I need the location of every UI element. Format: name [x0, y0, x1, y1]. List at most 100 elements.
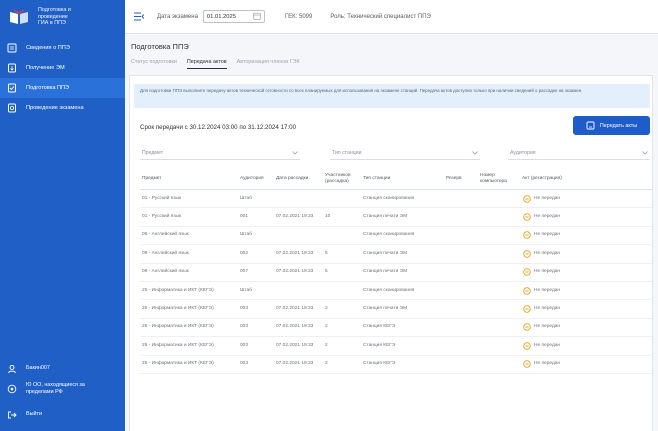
- transfer-acts-button[interactable]: Передать акты: [573, 116, 650, 135]
- table-row[interactable]: 01 - Русский язык Штаб Станция сканировани…: [140, 190, 652, 209]
- gek-label: ГЕК: 5099: [284, 13, 313, 20]
- tabs: Статус подготовки Передача актов Авториз…: [131, 59, 310, 69]
- cell-act-status: Не передан: [520, 305, 580, 314]
- station-type-filter[interactable]: Тип станции: [330, 146, 480, 160]
- cell-room: 002: [240, 250, 249, 256]
- user-profile[interactable]: Бакин007: [0, 359, 125, 379]
- table-header: Предмет Аудитория Дата рассадки Участник…: [140, 168, 652, 190]
- cell-subject: 25 - Информатика и ИКТ (КЕГЭ): [142, 342, 214, 348]
- cell-station-type: Станция сканирования: [363, 287, 415, 293]
- cell-subject: 09 - Английский язык: [142, 269, 189, 275]
- transfer-deadline: Срок передачи с 30.12.2024 03:00 по 31.1…: [140, 124, 297, 131]
- organization-selector[interactable]: Ю ОО, находящиеся за пределами РФ: [0, 379, 125, 399]
- table-row[interactable]: 09 - Английский язык 002 07.02.2021 19:33 5…: [140, 245, 652, 264]
- logout-button[interactable]: Выйти: [0, 405, 125, 425]
- role-label: Роль: Технический специалист ППЭ: [330, 13, 431, 20]
- cell-room: 003: [240, 361, 249, 367]
- table-row[interactable]: 09 - Английский язык 007 07.02.2021 19:33 5…: [140, 264, 652, 282]
- status-text: Не передан: [534, 195, 561, 201]
- column-header-act[interactable]: Акт (регистрация): [520, 176, 580, 182]
- cell-participants: 2: [325, 324, 328, 330]
- status-text: Не передан: [534, 214, 561, 220]
- cell-seating-date: 07.02.2021 19:33: [276, 214, 314, 220]
- sidebar-item-label: Получение ЭМ: [26, 65, 65, 71]
- cell-station-type: Станция КЕГЭ: [363, 361, 396, 367]
- tab-gek-authorization[interactable]: Авторизация членов ГЭК: [237, 59, 300, 69]
- user-name: Бакин007: [26, 365, 50, 372]
- cell-subject: 25 - Информатика и ИКТ (КЕГЭ): [142, 287, 214, 293]
- column-header-reserve[interactable]: Резерв: [444, 176, 478, 182]
- brand[interactable]: Подготовка и проведение ГИА в ППЭ: [0, 0, 125, 34]
- exam-date-label: Дата экзамена: [157, 13, 198, 20]
- table-row[interactable]: 01 - Русский язык 001 07.02.2021 19:33 10 Ст…: [140, 208, 652, 227]
- column-header-subject[interactable]: Предмет: [140, 176, 238, 182]
- sidebar-item-label: Сведения о ППЭ: [26, 45, 70, 51]
- cell-act-status: Не передан: [520, 360, 580, 369]
- status-minus-circle-icon: [522, 231, 531, 240]
- book-logo-icon: [6, 6, 32, 28]
- table-row[interactable]: 25 - Информатика и ИКТ (КЕГЭ) 003 07.02.20…: [140, 337, 652, 356]
- main-content: Подготовка ППЭ Статус подготовки Передач…: [125, 34, 658, 431]
- top-bar: Дата экзамена 01.01.2025 ГЕК: 5099 Роль:…: [125, 0, 658, 34]
- tab-preparation-status[interactable]: Статус подготовки: [131, 59, 177, 69]
- table-row[interactable]: 25 - Информатика и ИКТ (КЕГЭ) Штаб Станция…: [140, 282, 652, 301]
- upload-doc-icon: [586, 121, 596, 131]
- page-title: Подготовка ППЭ: [131, 42, 189, 51]
- download-doc-icon: [6, 62, 18, 74]
- brand-title: Подготовка и проведение ГИА в ППЭ: [38, 6, 71, 27]
- cell-act-status: Не передан: [520, 231, 580, 240]
- subject-filter[interactable]: Предмет: [140, 146, 300, 160]
- cell-act-status: Не передан: [520, 341, 580, 350]
- transfer-acts-label: Передать акты: [599, 122, 638, 129]
- cell-station-type: Станция печати ЭМ: [363, 250, 408, 256]
- status-minus-circle-icon: [522, 268, 531, 277]
- column-header-computer-number[interactable]: Номер компьютера: [478, 173, 520, 185]
- chevron-down-icon: [291, 150, 298, 155]
- sidebar-item-exam[interactable]: Проведение экзамена: [0, 98, 125, 118]
- sidebar-item-ppe-info[interactable]: Сведения о ППЭ: [0, 38, 125, 58]
- logout-label: Выйти: [26, 411, 42, 418]
- acts-card: Для подготовки ППЭ выполните передачу ак…: [129, 75, 653, 431]
- room-filter[interactable]: Аудитория: [508, 146, 650, 160]
- sidebar-bottom: Бакин007 Ю ОО, находящиеся за пределами …: [0, 359, 125, 431]
- table-row[interactable]: 25 - Информатика и ИКТ (КЕГЭ) 003 07.02.20…: [140, 356, 652, 374]
- status-text: Не передан: [534, 287, 561, 293]
- column-header-station-type[interactable]: Тип станции: [361, 176, 444, 182]
- cell-room: Штаб: [240, 195, 252, 201]
- cell-act-status: Не передан: [520, 213, 580, 222]
- cell-room: 003: [240, 324, 249, 330]
- cell-subject: 09 - Английский язык: [142, 232, 189, 238]
- column-header-room[interactable]: Аудитория: [238, 176, 274, 182]
- status-minus-circle-icon: [522, 213, 531, 222]
- cell-subject: 01 - Русский язык: [142, 214, 182, 220]
- cell-station-type: Станция КЕГЭ: [363, 342, 396, 348]
- cell-participants: 10: [325, 214, 331, 220]
- cell-room: 001: [240, 214, 249, 220]
- exam-date-field[interactable]: 01.01.2025: [202, 10, 265, 23]
- sidebar-nav: Сведения о ППЭ Получение ЭМ Подготовка П…: [0, 38, 125, 118]
- calendar-icon[interactable]: [253, 12, 261, 22]
- globe-icon: [6, 383, 18, 395]
- cell-participants: 2: [325, 342, 328, 348]
- table-row[interactable]: 25 - Информатика и ИКТ (КЕГЭ) 003 07.02.20…: [140, 319, 652, 338]
- status-text: Не передан: [534, 324, 561, 330]
- cell-room: 003: [240, 306, 249, 312]
- status-minus-circle-icon: [522, 323, 531, 332]
- info-banner: Для подготовки ППЭ выполните передачу ак…: [134, 84, 650, 108]
- menu-collapse-icon[interactable]: [133, 11, 145, 23]
- cell-room: 003: [240, 342, 249, 348]
- table-row[interactable]: 25 - Информатика и ИКТ (КЕГЭ) 003 07.02.20…: [140, 300, 652, 319]
- sidebar-item-em-receipt[interactable]: Получение ЭМ: [0, 58, 125, 78]
- cell-participants: 5: [325, 250, 328, 256]
- sidebar-item-ppe-prep[interactable]: Подготовка ППЭ: [0, 78, 125, 98]
- status-minus-circle-icon: [522, 286, 531, 295]
- status-text: Не передан: [534, 342, 561, 348]
- table-row[interactable]: 09 - Английский язык Штаб Станция сканиров…: [140, 227, 652, 246]
- tab-acts-transfer[interactable]: Передача актов: [186, 59, 227, 69]
- sidebar: Подготовка и проведение ГИА в ППЭ Сведен…: [0, 0, 125, 431]
- column-header-participants[interactable]: Участников (рассадка): [323, 173, 361, 185]
- table-body: 01 - Русский язык Штаб Станция сканировани…: [140, 190, 652, 374]
- column-header-seating-date[interactable]: Дата рассадки: [274, 176, 323, 182]
- sidebar-item-label: Подготовка ППЭ: [26, 85, 70, 91]
- cell-participants: 2: [325, 361, 328, 367]
